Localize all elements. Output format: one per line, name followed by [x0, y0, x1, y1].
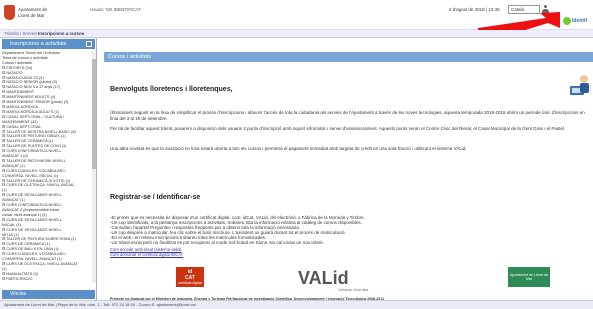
- language-select[interactable]: Català: [508, 5, 540, 14]
- register-heading: Registrar-se / Identificar-se: [110, 194, 201, 201]
- step-item: -Un tràmit escat però no finalitzat es p…: [110, 240, 324, 245]
- page-title: Cursos i activitats: [104, 52, 593, 62]
- user-icon[interactable]: [542, 5, 549, 14]
- sidebar: Inscripcions a activitats Departament Tè…: [0, 38, 97, 300]
- identify-icon[interactable]: [563, 17, 571, 25]
- valid-logo[interactable]: VALid: [298, 268, 349, 289]
- novetat-paragraph: Una altra novetat és que la inscripció e…: [110, 146, 467, 151]
- header: Ajuntament de Lloret de Mar Usuari: NO I…: [0, 0, 593, 30]
- logo-line-2: Lloret de Mar: [18, 13, 45, 18]
- subnav-bar: Tràmits i Serveis Inscripcions a cursos: [0, 30, 593, 38]
- idcat-logo[interactable]: id CAT certificat digital: [176, 267, 204, 287]
- coat-of-arms-icon: [4, 5, 15, 20]
- tab-inscripcions[interactable]: Inscripcions a cursos: [38, 31, 84, 36]
- tree-item[interactable]: ⊟ PARTICIPACIÓ: [2, 277, 94, 282]
- welcome-heading: Benvolguts lloretencs i lloretenques,: [110, 86, 233, 93]
- tab-tramits[interactable]: Tràmits i Serveis: [4, 31, 37, 36]
- main-content: Cursos i activitats Benvolguts lloretenc…: [98, 38, 593, 301]
- points-paragraph: Per tal de facilitar aquest tràmit, posa…: [110, 126, 566, 131]
- app-window: Ajuntament de Lloret de Mar Usuari: NO I…: [0, 0, 593, 309]
- status-bar: Ajuntament de Lloret de Mar | Plaça de l…: [0, 300, 593, 309]
- current-datetime: 2 d'agost de 2018 | 13:49: [449, 7, 500, 12]
- user-status: Usuari: NO IDENTIFICAT: [90, 7, 141, 12]
- logo-line-1: Ajuntament de: [18, 7, 48, 12]
- sidebar-title-text: Inscripcions a activitats: [10, 41, 67, 47]
- identify-link[interactable]: Identif: [572, 18, 587, 24]
- idcat-logo-sub: certificat digital: [178, 281, 202, 285]
- sidebar-scrollbar[interactable]: [92, 51, 96, 283]
- ajuntament-green-logo: Ajuntament de Lloret de Mar: [508, 267, 550, 287]
- activity-tree: Departament Tècnic del Ordinador Tema de…: [2, 51, 94, 283]
- steps-list: -El primer que es necessita és disposar …: [110, 215, 590, 245]
- collapse-icon[interactable]: [86, 41, 92, 47]
- intro-paragraph: Últimament seguint en la línia de simpli…: [110, 110, 585, 121]
- sidebar-footer[interactable]: Vincles: [2, 290, 95, 299]
- ajuntament-green-text: Ajuntament de Lloret de Mar: [509, 272, 549, 282]
- certificat-link[interactable]: Com demanar el certificat digital IDCAT: [110, 252, 183, 257]
- sidebar-title: Inscripcions a activitats: [2, 39, 95, 49]
- scrollbar-thumb[interactable]: [92, 59, 96, 169]
- person-computer-icon: [570, 75, 589, 95]
- valid-subtitle: Validador d'identitat: [338, 288, 369, 292]
- ajuntament-logo[interactable]: Ajuntament de Lloret de Mar: [4, 4, 56, 24]
